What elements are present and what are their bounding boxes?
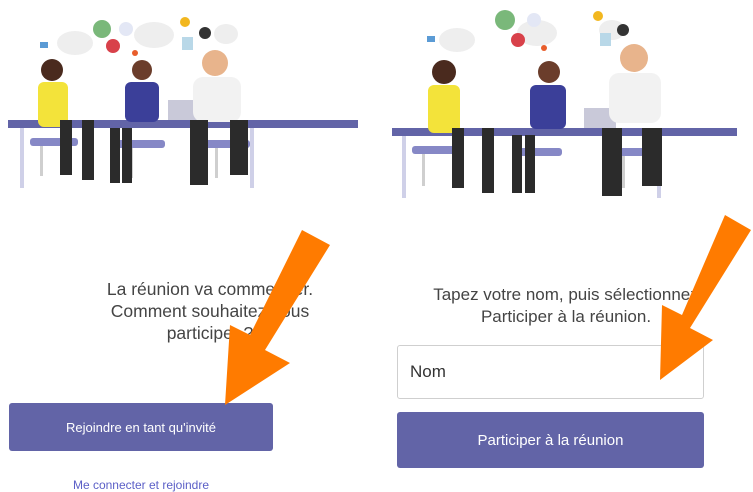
- meeting-illustration-left: [8, 17, 358, 188]
- join-as-guest-button[interactable]: Rejoindre en tant qu'invité: [9, 403, 273, 451]
- join-meeting-button[interactable]: Participer à la réunion: [397, 412, 704, 468]
- meeting-illustration-right: [392, 10, 737, 198]
- sign-in-and-join-link[interactable]: Me connecter et rejoindre: [9, 478, 273, 492]
- annotation-arrow-icon: [225, 230, 330, 405]
- annotation-arrow-icon: [660, 215, 751, 380]
